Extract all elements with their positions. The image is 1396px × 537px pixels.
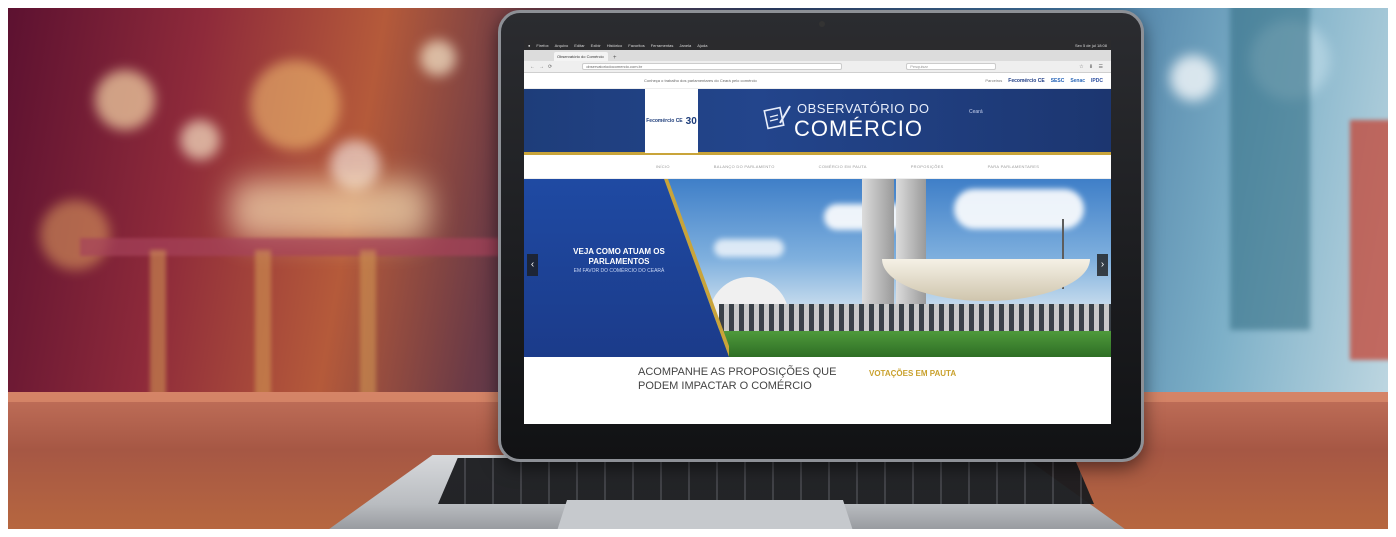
bokeh-light [1170, 55, 1216, 101]
menu-item[interactable]: Histórico [607, 43, 623, 48]
toolbar-icons[interactable]: ☆ ⬇ ☰ [1079, 64, 1105, 70]
menu-item[interactable]: Ferramentas [651, 43, 674, 48]
slide-headline: VEJA COMO ATUAM OS PARLAMENTOS [573, 247, 665, 266]
menu-item[interactable]: Favoritos [628, 43, 644, 48]
partners-label: Parceiros [985, 78, 1003, 83]
blurred-red-object [1350, 120, 1396, 360]
new-tab-button[interactable]: + [610, 55, 620, 61]
slider-prev-button[interactable]: ‹ [527, 254, 538, 276]
congress-building [719, 304, 1111, 332]
nav-item-balanco[interactable]: Balanço do Parlamento [714, 164, 775, 169]
partner-logo[interactable]: IPDC [1091, 78, 1103, 84]
menu-item[interactable]: Firefox [536, 43, 548, 48]
site-top-strip: Conheça o trabalho dos parlamentares do … [524, 73, 1111, 89]
back-button[interactable]: ← [530, 64, 535, 70]
document-pen-icon [763, 105, 791, 130]
logo-text: Fecomércio CE [646, 118, 683, 124]
search-input[interactable]: Pesquisar [906, 63, 997, 70]
site-header: Fecomércio CE 30 OBSERVATÓRIO DO COMÉRCI… [524, 89, 1111, 155]
bokeh-light [180, 120, 220, 160]
browser-toolbar: ← → ⟳ observatoriodocomercio.com.br Pesq… [524, 61, 1111, 73]
bokeh-light [420, 40, 456, 76]
blurred-window [1230, 0, 1310, 330]
menu-item[interactable]: Exibir [591, 43, 601, 48]
browser-tab[interactable]: Observatório do Comércio [554, 52, 608, 61]
partner-logos: Parceiros Fecomércio CE SESC Senac IPDC [985, 78, 1103, 84]
section-heading: ACOMPANHE AS PROPOSIÇÕES QUE PODEM IMPAC… [638, 366, 837, 392]
apple-icon[interactable]: ● [528, 43, 530, 48]
site-nav: Início Balanço do Parlamento Comércio em… [524, 155, 1111, 179]
nav-item-inicio[interactable]: Início [656, 164, 670, 169]
partner-logo[interactable]: Fecomércio CE [1008, 78, 1044, 84]
laptop-screen: ● Firefox Arquivo Editar Exibir Históric… [524, 40, 1111, 424]
laptop-keyboard [438, 458, 1094, 504]
bokeh-light [40, 200, 110, 270]
cloud [714, 239, 784, 257]
nav-item-proposicoes[interactable]: Proposições [911, 164, 944, 169]
cloud [954, 189, 1084, 229]
content-section: ACOMPANHE AS PROPOSIÇÕES QUE PODEM IMPAC… [524, 357, 1111, 417]
state-label: Ceará [969, 109, 983, 115]
bokeh-light [95, 70, 155, 130]
menu-item[interactable]: Ajuda [697, 43, 707, 48]
browser-tabbar: Observatório do Comércio + [524, 50, 1111, 61]
reload-button[interactable]: ⟳ [548, 64, 552, 70]
slide-caption: VEJA COMO ATUAM OS PARLAMENTOS EM FAVOR … [564, 247, 674, 274]
blurred-counter [80, 238, 500, 256]
address-bar[interactable]: observatoriodocomercio.com.br [582, 63, 843, 70]
slider-next-button[interactable]: › [1097, 254, 1108, 276]
menubar-clock: Sex 5 de jul 18:08 [1074, 42, 1107, 48]
votacoes-heading[interactable]: VOTAÇÕES EM PAUTA [869, 369, 956, 378]
menu-item[interactable]: Editar [574, 43, 584, 48]
nav-item-comercio-em-pauta[interactable]: Comércio em Pauta [819, 164, 867, 169]
slide-subline: EM FAVOR DO COMÉRCIO DO CEARÁ [573, 268, 665, 274]
blurred-bar-lights [230, 180, 430, 240]
nav-item-para-parlamentares[interactable]: Para Parlamentares [988, 164, 1040, 169]
top-note: Conheça o trabalho dos parlamentares do … [644, 78, 757, 83]
partner-logo[interactable]: Senac [1070, 78, 1085, 84]
bokeh-light [250, 60, 340, 150]
lawn [694, 331, 1111, 357]
menu-item[interactable]: Janela [679, 43, 691, 48]
site-title-line1: OBSERVATÓRIO DO [797, 101, 930, 116]
congress-tower [862, 179, 894, 304]
laptop-trackpad [555, 500, 855, 537]
partner-logo[interactable]: SESC [1051, 78, 1065, 84]
site-logo[interactable]: Fecomércio CE 30 [645, 89, 698, 153]
site-title-line2: COMÉRCIO [794, 116, 923, 141]
forward-button[interactable]: → [539, 64, 544, 70]
menu-item[interactable]: Arquivo [555, 43, 569, 48]
webcam [819, 21, 825, 27]
os-menubar: ● Firefox Arquivo Editar Exibir Históric… [524, 40, 1111, 50]
hero-slider: VEJA COMO ATUAM OS PARLAMENTOS EM FAVOR … [524, 179, 1111, 357]
logo-number: 30 [685, 115, 697, 127]
